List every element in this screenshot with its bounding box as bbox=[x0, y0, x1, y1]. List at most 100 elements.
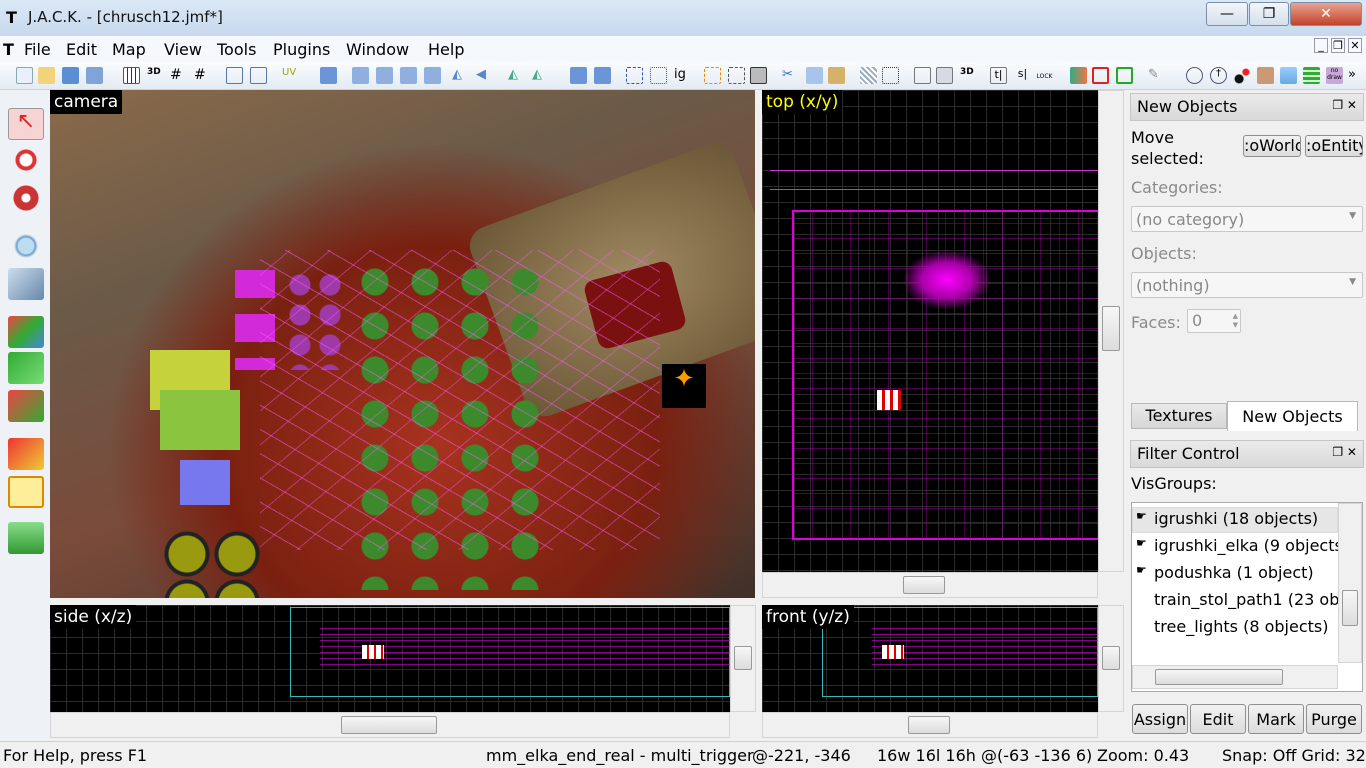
mdi-minimize-button[interactable]: _ bbox=[1314, 38, 1328, 53]
visgroup-item[interactable]: ☛ podushka (1 object) bbox=[1136, 563, 1314, 582]
hollow-icon[interactable] bbox=[728, 67, 745, 84]
ungroup-icon[interactable] bbox=[250, 67, 267, 84]
purge-button[interactable]: Purge bbox=[1306, 704, 1362, 734]
select-by-center-icon[interactable] bbox=[914, 67, 931, 84]
menu-help[interactable]: Help bbox=[428, 40, 464, 59]
tool-c-icon[interactable] bbox=[1116, 67, 1133, 84]
unhide-icon[interactable] bbox=[594, 67, 611, 84]
minimize-button[interactable]: — bbox=[1206, 2, 1248, 26]
visgroup-check-icon[interactable]: ☛ bbox=[1136, 536, 1147, 550]
float-close-icons[interactable]: ❐ ✕ bbox=[1332, 98, 1357, 112]
visgroup-item[interactable]: tree_lights (8 objects) bbox=[1154, 617, 1328, 636]
texture-tool-icon[interactable] bbox=[8, 316, 44, 348]
path-tool-icon[interactable] bbox=[8, 522, 44, 554]
grid-larger-icon[interactable]: # bbox=[194, 67, 211, 84]
select-icon[interactable] bbox=[626, 67, 643, 84]
tool-d-icon[interactable]: ✎ bbox=[1148, 67, 1165, 84]
copy-icon[interactable] bbox=[806, 67, 823, 84]
side-viewport[interactable]: side (x/z) bbox=[50, 605, 730, 712]
flip-h-icon[interactable]: ◭ bbox=[452, 67, 469, 84]
selection-tool-icon[interactable]: ↖ bbox=[8, 108, 44, 140]
new-icon[interactable] bbox=[16, 67, 33, 84]
open-icon[interactable] bbox=[38, 67, 55, 84]
front-horizontal-scrollbar[interactable] bbox=[762, 712, 1098, 738]
paste-icon[interactable] bbox=[828, 67, 845, 84]
grid-smaller-icon[interactable]: # bbox=[170, 67, 187, 84]
entity-icon[interactable]: † bbox=[1210, 67, 1227, 84]
menu-file[interactable]: File bbox=[24, 40, 51, 59]
lock-icon[interactable]: LOCK bbox=[1036, 67, 1053, 84]
visgroup-item[interactable]: ☛ igrushki (18 objects) bbox=[1136, 509, 1318, 528]
visgroup-item[interactable]: ☛ igrushki_elka (9 objects) bbox=[1136, 536, 1349, 555]
block-tool-icon[interactable] bbox=[8, 268, 44, 300]
assign-button[interactable]: Assign bbox=[1132, 704, 1188, 734]
visgroups-list[interactable]: ☛ igrushki (18 objects) ☛ igrushki_elka (9 … bbox=[1131, 502, 1363, 692]
side-horizontal-scrollbar[interactable] bbox=[50, 712, 730, 738]
select-box-icon[interactable] bbox=[936, 67, 953, 84]
edit-button[interactable]: Edit bbox=[1190, 704, 1246, 734]
sky-icon[interactable] bbox=[1280, 67, 1297, 84]
visgroup-check-icon[interactable]: ☛ bbox=[1136, 509, 1147, 523]
sphere-icon[interactable] bbox=[1186, 67, 1203, 84]
apply-texture-icon[interactable] bbox=[8, 352, 44, 384]
visgroups-hscroll[interactable] bbox=[1132, 665, 1338, 689]
toolbar-overflow-icon[interactable]: » bbox=[1348, 67, 1365, 84]
menu-map[interactable]: Map bbox=[112, 40, 146, 59]
mdi-close-button[interactable]: ✕ bbox=[1348, 38, 1362, 53]
top-vertical-scrollbar[interactable] bbox=[1098, 90, 1124, 572]
grid-toggle-icon[interactable] bbox=[123, 67, 140, 84]
tool-b-icon[interactable] bbox=[1092, 67, 1109, 84]
visgroup-check-icon[interactable]: ☛ bbox=[1136, 563, 1147, 577]
tl-icon[interactable]: t| bbox=[990, 67, 1007, 84]
tool-a-icon[interactable] bbox=[1070, 67, 1087, 84]
sl-icon[interactable]: s| bbox=[1014, 67, 1031, 84]
clip-tool-icon[interactable] bbox=[8, 438, 44, 470]
close-button[interactable]: ✕ bbox=[1290, 2, 1362, 26]
menu-window[interactable]: Window bbox=[346, 40, 409, 59]
faces-spinner[interactable]: 0 ▲ ▼ bbox=[1187, 309, 1241, 333]
dots-icon[interactable] bbox=[1234, 67, 1251, 84]
objects-select[interactable]: (nothing) ▼ bbox=[1131, 272, 1363, 298]
top-horizontal-scrollbar[interactable] bbox=[762, 572, 1098, 598]
to-world-button[interactable]: :oWorld bbox=[1243, 135, 1301, 157]
3d-grid-icon[interactable]: 3D bbox=[147, 67, 164, 84]
cut-icon[interactable]: ✂ bbox=[782, 67, 799, 84]
front-viewport[interactable]: front (y/z) bbox=[762, 605, 1098, 712]
magnify-tool-icon[interactable] bbox=[8, 144, 44, 176]
float-close-icons[interactable]: ❐ ✕ bbox=[1332, 445, 1357, 459]
tab-textures[interactable]: Textures bbox=[1131, 403, 1227, 429]
menu-view[interactable]: View bbox=[164, 40, 202, 59]
ignore-groups-icon[interactable]: ig bbox=[674, 67, 691, 84]
group-icon[interactable] bbox=[226, 67, 243, 84]
maximize-button[interactable]: ❐ bbox=[1249, 2, 1289, 26]
camera-tool-icon[interactable] bbox=[8, 182, 44, 214]
3d-select-icon[interactable]: 3D bbox=[960, 67, 977, 84]
visgroup-item[interactable]: train_stol_path1 (23 objects) bbox=[1154, 590, 1362, 609]
top-viewport[interactable]: top (x/y) bbox=[762, 90, 1098, 572]
align-right-icon[interactable] bbox=[376, 67, 393, 84]
tab-new-objects[interactable]: New Objects bbox=[1227, 401, 1358, 431]
menu-edit[interactable]: Edit bbox=[66, 40, 97, 59]
save-as-icon[interactable] bbox=[86, 67, 103, 84]
align-bottom-icon[interactable] bbox=[424, 67, 441, 84]
visgroups-vscroll[interactable] bbox=[1338, 503, 1362, 663]
to-entity-button[interactable]: :oEntity bbox=[1305, 135, 1363, 157]
vertex-tool-icon[interactable] bbox=[8, 476, 44, 508]
film-icon[interactable] bbox=[1303, 67, 1320, 84]
mdi-restore-button[interactable]: ❐ bbox=[1331, 38, 1345, 53]
side-vertical-scrollbar[interactable] bbox=[730, 605, 756, 712]
nodraw-icon[interactable]: no draw bbox=[1326, 67, 1343, 84]
hide-selection-icon[interactable] bbox=[882, 67, 899, 84]
align-top-icon[interactable] bbox=[400, 67, 417, 84]
menu-tools[interactable]: Tools bbox=[217, 40, 256, 59]
mark-button[interactable]: Mark bbox=[1248, 704, 1304, 734]
hide-icon[interactable] bbox=[570, 67, 587, 84]
menu-plugins[interactable]: Plugins bbox=[273, 40, 330, 59]
select-all-icon[interactable] bbox=[650, 67, 667, 84]
flip-v-icon[interactable]: ◀ bbox=[476, 67, 493, 84]
texture-lock-icon[interactable] bbox=[860, 67, 877, 84]
camera-viewport[interactable]: ✦ camera bbox=[50, 90, 755, 598]
uv-grid-icon[interactable]: UV bbox=[282, 67, 299, 84]
carve-icon[interactable] bbox=[704, 67, 721, 84]
front-vertical-scrollbar[interactable] bbox=[1098, 605, 1124, 712]
